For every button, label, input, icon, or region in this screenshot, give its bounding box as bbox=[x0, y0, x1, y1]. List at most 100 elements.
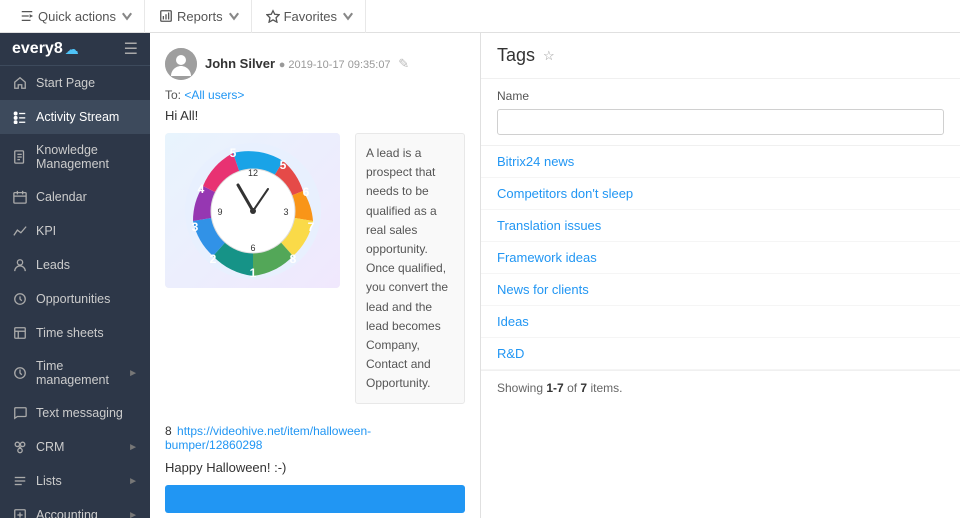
tag-item-1[interactable]: Bitrix24 news bbox=[481, 146, 960, 178]
book-icon bbox=[12, 149, 28, 165]
post-time-icon: ● bbox=[279, 59, 289, 71]
quick-actions-menu[interactable]: Quick actions bbox=[10, 0, 145, 33]
activity-stream-panel: John Silver ● 2019-10-17 09:35:07 ✎ To: … bbox=[150, 33, 480, 518]
tag-item-3[interactable]: Translation issues bbox=[481, 210, 960, 242]
tags-showing-text: Showing bbox=[497, 381, 543, 395]
sidebar-label-leads: Leads bbox=[36, 258, 138, 272]
sidebar-item-activity-stream[interactable]: Activity Stream bbox=[0, 100, 150, 134]
sidebar-item-kpi[interactable]: KPI bbox=[0, 214, 150, 248]
post-image-inner: 5 6 7 8 1 2 3 4 5 bbox=[165, 133, 340, 288]
post-message: Happy Halloween! :-) bbox=[165, 460, 465, 475]
sidebar-label-kpi: KPI bbox=[36, 224, 138, 238]
post-link-count: 8 bbox=[165, 424, 172, 438]
post-author-info: John Silver ● 2019-10-17 09:35:07 ✎ bbox=[205, 56, 409, 72]
favorites-label: Favorites bbox=[284, 9, 337, 24]
tags-footer: Showing 1-7 of 7 items. bbox=[481, 370, 960, 405]
tags-search-input[interactable] bbox=[497, 109, 944, 135]
tags-header: Tags ☆ bbox=[481, 33, 960, 79]
post-link-area: 8 https://videohive.net/item/halloween-b… bbox=[165, 424, 465, 452]
svg-text:5: 5 bbox=[279, 158, 286, 172]
quick-actions-label: Quick actions bbox=[38, 9, 116, 24]
sidebar-item-leads[interactable]: Leads bbox=[0, 248, 150, 282]
post-edit-icon[interactable]: ✎ bbox=[398, 56, 409, 71]
post-recipients[interactable]: <All users> bbox=[184, 88, 244, 102]
content-area: John Silver ● 2019-10-17 09:35:07 ✎ To: … bbox=[150, 33, 960, 518]
lists-icon bbox=[12, 473, 28, 489]
tags-star-icon[interactable]: ☆ bbox=[543, 48, 555, 64]
tag-item-2[interactable]: Competitors don't sleep bbox=[481, 178, 960, 210]
timesheets-icon bbox=[12, 325, 28, 341]
post-to: To: <All users> bbox=[165, 88, 465, 102]
accounting-icon bbox=[12, 507, 28, 518]
description-line1: A lead is a prospect that needs to be qu… bbox=[366, 144, 454, 259]
post-image: 5 6 7 8 1 2 3 4 5 bbox=[165, 133, 340, 288]
svg-text:6: 6 bbox=[302, 185, 309, 199]
sidebar-item-calendar[interactable]: Calendar bbox=[0, 180, 150, 214]
timemanagement-chevron: ► bbox=[128, 368, 138, 379]
sidebar-item-accounting[interactable]: Accounting ► bbox=[0, 498, 150, 518]
clock-svg: 5 6 7 8 1 2 3 4 5 bbox=[183, 141, 323, 281]
tag-item-7[interactable]: R&D bbox=[481, 338, 960, 370]
accounting-chevron: ► bbox=[128, 510, 138, 518]
sidebar-item-start-page[interactable]: Start Page bbox=[0, 66, 150, 100]
reply-bar[interactable] bbox=[165, 485, 465, 513]
quick-actions-chevron bbox=[120, 9, 134, 23]
tags-list: Bitrix24 news Competitors don't sleep Tr… bbox=[481, 146, 960, 370]
topbar: Quick actions Reports Favorites bbox=[0, 0, 960, 33]
svg-text:3: 3 bbox=[283, 207, 288, 217]
post-timestamp: 2019-10-17 09:35:07 bbox=[288, 59, 390, 71]
leads-icon bbox=[12, 257, 28, 273]
tags-showing-of: of bbox=[567, 381, 577, 395]
favorites-chevron bbox=[341, 9, 355, 23]
sidebar-item-crm[interactable]: CRM ► bbox=[0, 430, 150, 464]
post-header: John Silver ● 2019-10-17 09:35:07 ✎ bbox=[165, 48, 465, 80]
main-layout: every8 ☁ ☰ Start Page bbox=[0, 33, 960, 518]
svg-text:4: 4 bbox=[197, 182, 204, 196]
home-icon bbox=[12, 75, 28, 91]
tag-item-5[interactable]: News for clients bbox=[481, 274, 960, 306]
post-greeting: Hi All! bbox=[165, 108, 465, 123]
sidebar-label-activity-stream: Activity Stream bbox=[36, 110, 138, 124]
post-link[interactable]: https://videohive.net/item/halloween-bum… bbox=[165, 424, 371, 452]
logo-text: every8 bbox=[12, 40, 63, 58]
reports-icon bbox=[159, 9, 173, 23]
tags-title: Tags bbox=[497, 45, 535, 66]
messaging-icon bbox=[12, 405, 28, 421]
reports-chevron bbox=[227, 9, 241, 23]
tags-showing-count: 7 bbox=[580, 381, 587, 395]
sidebar-item-text-messaging[interactable]: Text messaging bbox=[0, 396, 150, 430]
tags-panel: Tags ☆ Name Bitrix24 news Competitors do… bbox=[480, 33, 960, 518]
sidebar-item-time-management[interactable]: Time management ► bbox=[0, 350, 150, 396]
sidebar-label-text-messaging: Text messaging bbox=[36, 406, 138, 420]
logo-area: every8 ☁ ☰ bbox=[0, 33, 150, 66]
tags-showing-items: items. bbox=[590, 381, 622, 395]
sidebar-label-knowledge-management: Knowledge Management bbox=[36, 143, 138, 171]
activity-icon bbox=[12, 109, 28, 125]
sidebar: every8 ☁ ☰ Start Page bbox=[0, 33, 150, 518]
favorites-icon bbox=[266, 9, 280, 23]
tags-showing-range: 1-7 bbox=[546, 381, 563, 395]
crm-chevron: ► bbox=[128, 442, 138, 453]
sidebar-item-time-sheets[interactable]: Time sheets bbox=[0, 316, 150, 350]
opportunities-icon bbox=[12, 291, 28, 307]
crm-icon bbox=[12, 439, 28, 455]
sidebar-label-lists: Lists bbox=[36, 474, 120, 488]
sidebar-label-opportunities: Opportunities bbox=[36, 292, 138, 306]
post-description-area: A lead is a prospect that needs to be qu… bbox=[355, 133, 465, 414]
sidebar-label-crm: CRM bbox=[36, 440, 120, 454]
post-media-area: 5 6 7 8 1 2 3 4 5 bbox=[165, 133, 465, 414]
svg-text:12: 12 bbox=[247, 168, 257, 178]
tag-item-6[interactable]: Ideas bbox=[481, 306, 960, 338]
reports-menu[interactable]: Reports bbox=[149, 0, 252, 33]
tag-item-4[interactable]: Framework ideas bbox=[481, 242, 960, 274]
sidebar-item-lists[interactable]: Lists ► bbox=[0, 464, 150, 498]
sidebar-item-opportunities[interactable]: Opportunities bbox=[0, 282, 150, 316]
favorites-menu[interactable]: Favorites bbox=[256, 0, 366, 33]
hamburger-menu-icon[interactable]: ☰ bbox=[124, 39, 138, 59]
tags-name-label: Name bbox=[497, 89, 944, 103]
avatar bbox=[165, 48, 197, 80]
timemanagement-icon bbox=[12, 365, 28, 381]
sidebar-item-knowledge-management[interactable]: Knowledge Management bbox=[0, 134, 150, 180]
svg-text:2: 2 bbox=[209, 252, 216, 266]
tags-search-section: Name bbox=[481, 79, 960, 146]
